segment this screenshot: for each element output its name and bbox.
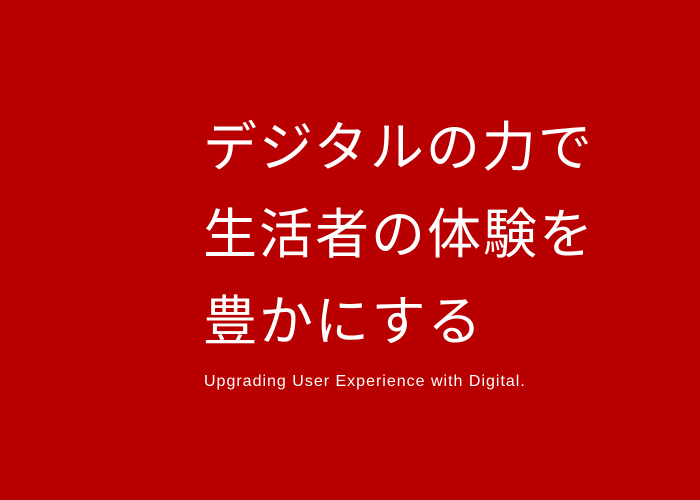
headline-line-3: 豊かにする — [203, 290, 484, 353]
headline-line-1: デジタルの力で — [203, 116, 594, 179]
hero-panel: デジタルの力で 生活者の体験を 豊かにする Upgrading User Exp… — [0, 0, 700, 500]
headline: デジタルの力で 生活者の体験を 豊かにする — [203, 104, 595, 365]
tagline: Upgrading User Experience with Digital. — [204, 373, 526, 390]
headline-line-2: 生活者の体験を — [203, 203, 595, 266]
